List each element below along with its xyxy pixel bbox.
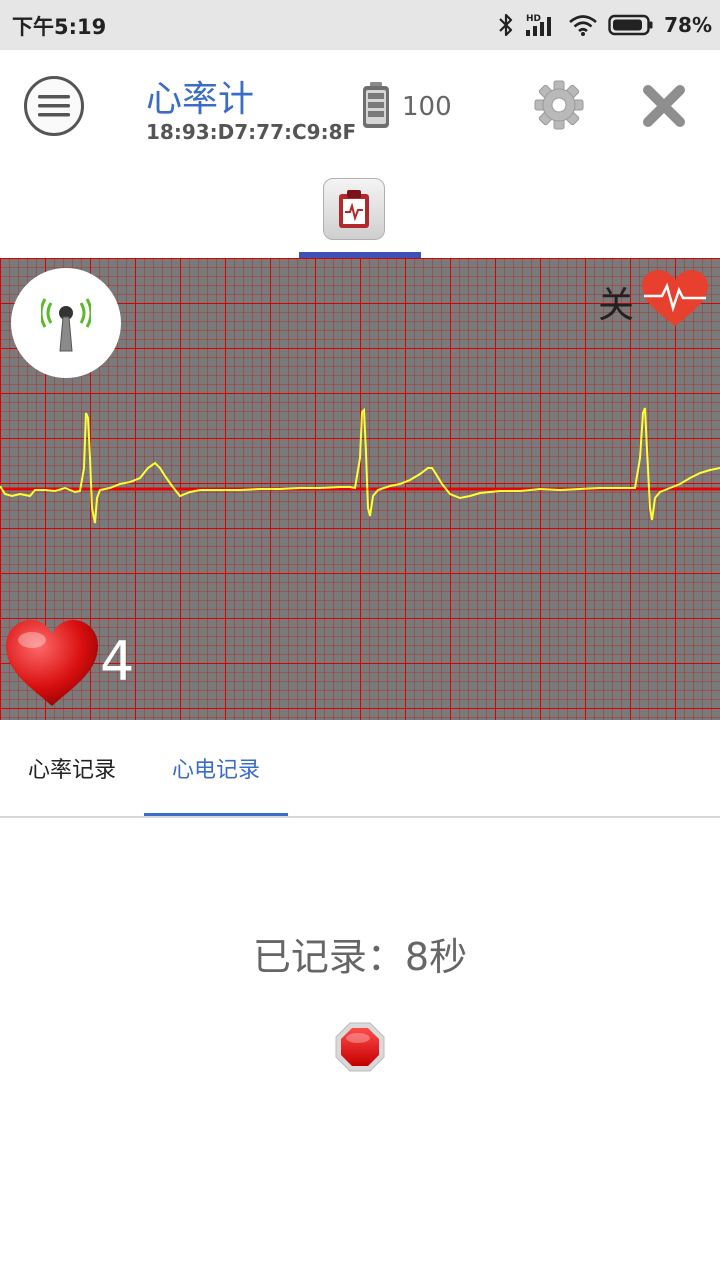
heart-alarm-toggle[interactable]: [640, 268, 710, 334]
phone-battery-icon: [608, 14, 653, 36]
close-button[interactable]: [640, 82, 688, 134]
stop-recording-button[interactable]: [334, 1021, 386, 1077]
top-tab-bar: [0, 170, 720, 258]
tab-indicator: [144, 813, 288, 816]
stop-octagon-icon: [335, 1022, 385, 1072]
tab-label: 心率记录: [27, 758, 116, 783]
recording-status: 已记录：8秒: [252, 935, 468, 979]
status-icons: HD 78%: [498, 10, 712, 40]
device-mac-address: 18:93:D7:77:C9:8F: [146, 120, 357, 144]
tab-ecg-records[interactable]: 心电记录: [144, 720, 288, 816]
report-icon-box: [323, 178, 385, 240]
tab-label: 心电记录: [171, 758, 260, 783]
tab-heart-rate-records[interactable]: 心率记录: [0, 720, 144, 816]
status-bar: 下午5:19 HD 78%: [0, 0, 720, 50]
wifi-icon: [569, 15, 597, 36]
battery-icon: [363, 82, 389, 128]
bluetooth-icon: [499, 13, 513, 37]
heart-icon: [6, 620, 98, 706]
svg-text:HD: HD: [526, 14, 541, 24]
app-bar: 心率计 18:93:D7:77:C9:8F 100: [0, 50, 720, 170]
settings-button[interactable]: [534, 80, 584, 134]
menu-button[interactable]: [24, 76, 84, 136]
clipboard-ecg-icon: [339, 190, 369, 228]
alarm-status-label: 关: [598, 285, 635, 326]
settings-gear-icon: [534, 80, 584, 130]
device-battery-value: 100: [402, 92, 452, 122]
connection-button[interactable]: [11, 268, 121, 378]
record-tab-bar: 心率记录 心电记录: [0, 720, 720, 818]
heart-pulse-icon: [642, 270, 708, 326]
heart-rate-heart: [4, 618, 100, 714]
close-icon: [643, 85, 685, 127]
menu-icon: [38, 95, 70, 117]
app-title: 心率计: [146, 79, 255, 120]
tab-ecg-report[interactable]: [299, 170, 421, 258]
heart-rate-value: 4: [100, 630, 135, 693]
battery-percent: 78%: [664, 13, 712, 37]
antenna-signal-icon: [41, 298, 91, 352]
signal-icon: HD: [526, 14, 552, 36]
status-time: 下午5:19: [12, 15, 107, 39]
